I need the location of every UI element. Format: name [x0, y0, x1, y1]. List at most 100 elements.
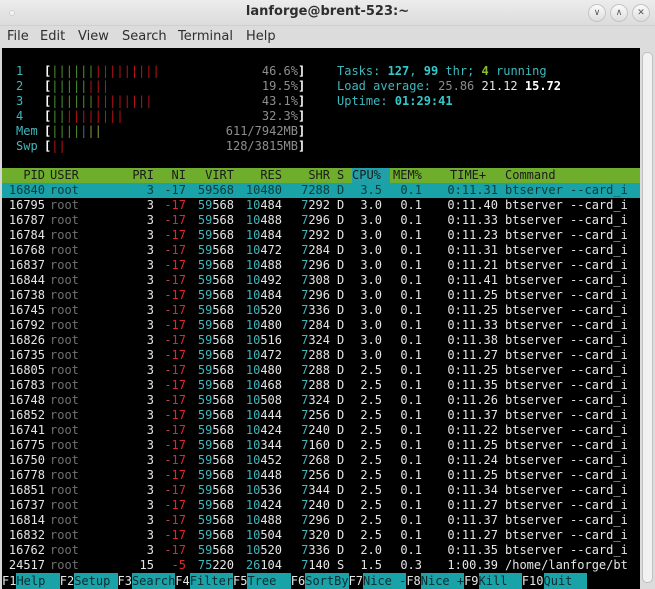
footer-nice-button[interactable]: Nice - [363, 573, 407, 589]
table-row[interactable]: 16844 root 3 -17 59568 10492 7308 D 3.0 0.1 0:11.4… [2, 273, 640, 288]
cell-cpu: 2.5 [360, 408, 382, 422]
scrollbar[interactable] [640, 48, 655, 589]
scrollbar-thumb[interactable] [642, 52, 653, 583]
table-row[interactable]: 16735 root 3 -17 59568 10472 7288 D 3.0 0.1 0:11.2… [2, 348, 640, 363]
minimize-button[interactable]: ∨ [588, 4, 606, 22]
cell-user: root [50, 498, 79, 512]
tasks-count: 127 [387, 64, 410, 78]
footer-tree-button[interactable]: Tree [247, 573, 291, 589]
footer-nice-button[interactable]: Nice + [420, 573, 465, 589]
cell-res: 10488 [245, 258, 282, 272]
meter-bracket: ] [298, 79, 306, 93]
cell-mem: 0.1 [400, 198, 422, 212]
menu-help[interactable]: Help [246, 29, 276, 44]
table-row[interactable]: 16783 root 3 -17 59568 10468 7288 D 2.5 0.1 0:11.3… [2, 378, 640, 393]
cell-shr: 7284 [301, 318, 330, 332]
footer-quit-button[interactable]: Quit [543, 573, 587, 589]
col-virt[interactable]: VIRT [194, 168, 234, 183]
terminal-area[interactable]: 1 [||||||||||||||| 46.6%] 2 [|||||||| 19.5%] 3… [2, 48, 640, 589]
footer-setup-button[interactable]: Setup [74, 573, 118, 589]
cell-pri: 3 [146, 303, 154, 317]
table-row[interactable]: 16750 root 3 -17 59568 10452 7268 D 2.5 0.1 0:11.2… [2, 453, 640, 468]
table-row[interactable]: 16826 root 3 -17 59568 10516 7324 D 3.0 0.1 0:11.3… [2, 333, 640, 348]
table-row[interactable]: 16852 root 3 -17 59568 10444 7256 D 2.5 0.1 0:11.3… [2, 408, 640, 423]
menu-search[interactable]: Search [122, 29, 167, 44]
table-row[interactable]: 16775 root 3 -17 59568 10344 7160 D 2.5 0.1 0:11.2… [2, 438, 640, 453]
cell-command: btserver --card_i [505, 318, 628, 332]
fkey-f10: F10 [521, 574, 544, 588]
table-row[interactable]: 16805 root 3 -17 59568 10480 7288 D 2.5 0.1 0:11.2… [2, 363, 640, 378]
cell-time: 0:11.33 [447, 213, 498, 227]
col-ni[interactable]: NI [162, 168, 186, 183]
cell-ni: -17 [164, 363, 186, 377]
cell-user: root [50, 468, 79, 482]
footer-help-button[interactable]: Help [16, 573, 60, 589]
cell-cpu: 2.5 [360, 393, 382, 407]
col-cpu-sorted[interactable]: CPU% [352, 168, 390, 183]
table-row[interactable]: 16768 root 3 -17 59568 10472 7284 D 3.0 0.1 0:11.3… [2, 243, 640, 258]
cell-pri: 3 [146, 543, 154, 557]
col-state[interactable]: S [337, 168, 344, 183]
cell-mem: 0.1 [400, 228, 422, 242]
meter-value: 46.6% [261, 64, 298, 78]
col-res[interactable]: RES [242, 168, 282, 183]
close-button[interactable]: ✕ [632, 4, 650, 22]
cell-cpu: 3.0 [360, 333, 382, 347]
cell-res: 10480 [245, 363, 282, 377]
cell-virt: 59568 [197, 498, 234, 512]
cell-shr: 7288 [301, 363, 330, 377]
cell-virt: 59568 [197, 453, 234, 467]
cell-ni: -17 [164, 393, 186, 407]
table-row[interactable]: 16741 root 3 -17 59568 10424 7240 D 2.5 0.1 0:11.2… [2, 423, 640, 438]
cell-ni: -17 [164, 183, 186, 197]
col-time[interactable]: TIME+ [450, 168, 486, 183]
col-pid[interactable]: PID [5, 168, 45, 183]
table-row[interactable]: 16762 root 3 -17 59568 10520 7336 D 2.0 0.1 0:11.3… [2, 543, 640, 558]
table-row[interactable]: 16784 root 3 -17 59568 10484 7292 D 3.0 0.1 0:11.2… [2, 228, 640, 243]
cell-cpu: 3.0 [360, 258, 382, 272]
table-row[interactable]: 16792 root 3 -17 59568 10480 7284 D 3.0 0.1 0:11.3… [2, 318, 640, 333]
cell-time: 0:11.27 [447, 528, 498, 542]
cell-state: D [337, 513, 345, 527]
cell-res: 10504 [245, 528, 282, 542]
footer-search-button[interactable]: Search [131, 573, 176, 589]
cell-pid: 16738 [8, 288, 45, 302]
col-shr[interactable]: SHR [290, 168, 330, 183]
menu-terminal[interactable]: Terminal [178, 29, 233, 44]
col-mem[interactable]: MEM% [393, 168, 422, 183]
cell-ni: -17 [164, 243, 186, 257]
table-row[interactable]: 16745 root 3 -17 59568 10520 7336 D 3.0 0.1 0:11.2… [2, 303, 640, 318]
cell-pri: 3 [146, 228, 154, 242]
cell-pri: 3 [146, 198, 154, 212]
cell-mem: 0.1 [400, 378, 422, 392]
col-user[interactable]: USER [50, 168, 79, 183]
menu-view[interactable]: View [78, 29, 109, 44]
menu-edit[interactable]: Edit [40, 29, 65, 44]
meter-label: 2 [16, 79, 24, 93]
table-row[interactable]: 16748 root 3 -17 59568 10508 7324 D 2.5 0.1 0:11.2… [2, 393, 640, 408]
footer-kill-button[interactable]: Kill [478, 573, 522, 589]
table-row[interactable]: 16778 root 3 -17 59568 10448 7256 D 2.5 0.1 0:11.2… [2, 468, 640, 483]
table-row[interactable]: 16837 root 3 -17 59568 10488 7296 D 3.0 0.1 0:11.2… [2, 258, 640, 273]
cell-virt: 59568 [197, 333, 234, 347]
table-row[interactable]: 16851 root 3 -17 59568 10536 7344 D 2.5 0.1 0:11.3… [2, 483, 640, 498]
table-row-selected[interactable]: 16840 root 3 -17 59568 10480 7288 D 3.5 0.1 0:11.3… [2, 183, 640, 198]
cell-state: D [337, 228, 345, 242]
table-row[interactable]: 16832 root 3 -17 59568 10504 7320 D 2.5 0.1 0:11.2… [2, 528, 640, 543]
table-row[interactable]: 16787 root 3 -17 59568 10488 7296 D 3.0 0.1 0:11.3… [2, 213, 640, 228]
table-row[interactable]: 16795 root 3 -17 59568 10484 7292 D 3.0 0.1 0:11.4… [2, 198, 640, 213]
table-row[interactable]: 16737 root 3 -17 59568 10424 7240 D 2.5 0.1 0:11.2… [2, 498, 640, 513]
table-row[interactable]: 16738 root 3 -17 59568 10484 7296 D 3.0 0.1 0:11.2… [2, 288, 640, 303]
cell-virt: 59568 [197, 363, 234, 377]
table-row[interactable]: 16814 root 3 -17 59568 10488 7296 D 2.5 0.1 0:11.3… [2, 513, 640, 528]
menu-file[interactable]: File [7, 29, 29, 44]
cell-res: 10516 [245, 333, 282, 347]
cell-pid: 16837 [8, 258, 45, 272]
cell-command: btserver --card_i [505, 183, 628, 197]
footer-sortby-button[interactable]: SortBy [305, 573, 349, 589]
footer-filter-button[interactable]: Filter [189, 573, 234, 589]
table-row[interactable]: 24517 root 15 -5 75220 26104 7140 S 1.5 0.3 1:00.3… [2, 558, 640, 573]
maximize-button[interactable]: ∧ [610, 4, 628, 22]
col-command[interactable]: Command [505, 168, 556, 183]
col-pri[interactable]: PRI [122, 168, 154, 183]
